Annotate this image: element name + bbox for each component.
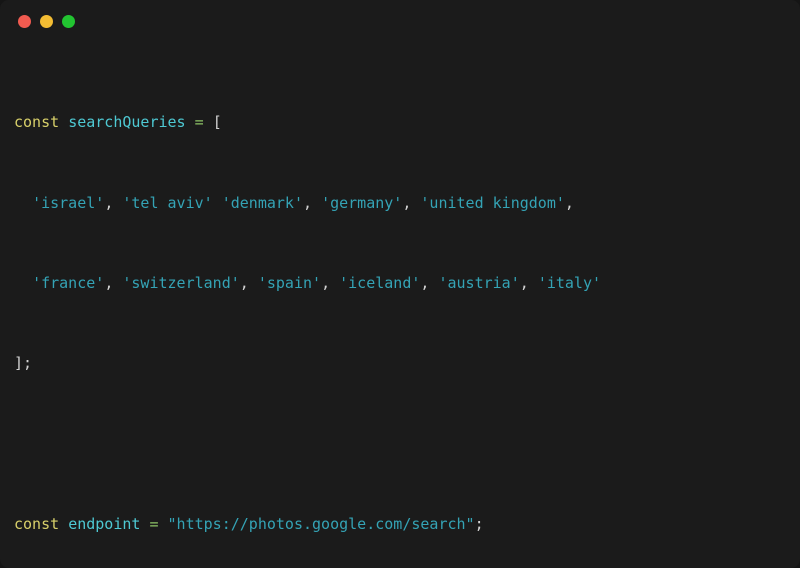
code-editor[interactable]: const searchQueries = [ 'israel', 'tel a… xyxy=(0,42,800,568)
code-line: ]; xyxy=(14,354,33,373)
code-line: 'israel', 'tel aviv' 'denmark', 'germany… xyxy=(32,193,574,212)
window-titlebar xyxy=(0,0,800,42)
code-line: const endpoint = "https://photos.google.… xyxy=(14,515,484,534)
minimize-button-icon[interactable] xyxy=(40,14,53,28)
close-button-icon[interactable] xyxy=(18,14,31,28)
zoom-button-icon[interactable] xyxy=(62,14,75,28)
code-window: const searchQueries = [ 'israel', 'tel a… xyxy=(0,0,800,568)
code-line: const searchQueries = [ xyxy=(14,113,222,132)
code-line: 'france', 'switzerland', 'spain', 'icela… xyxy=(32,274,602,293)
